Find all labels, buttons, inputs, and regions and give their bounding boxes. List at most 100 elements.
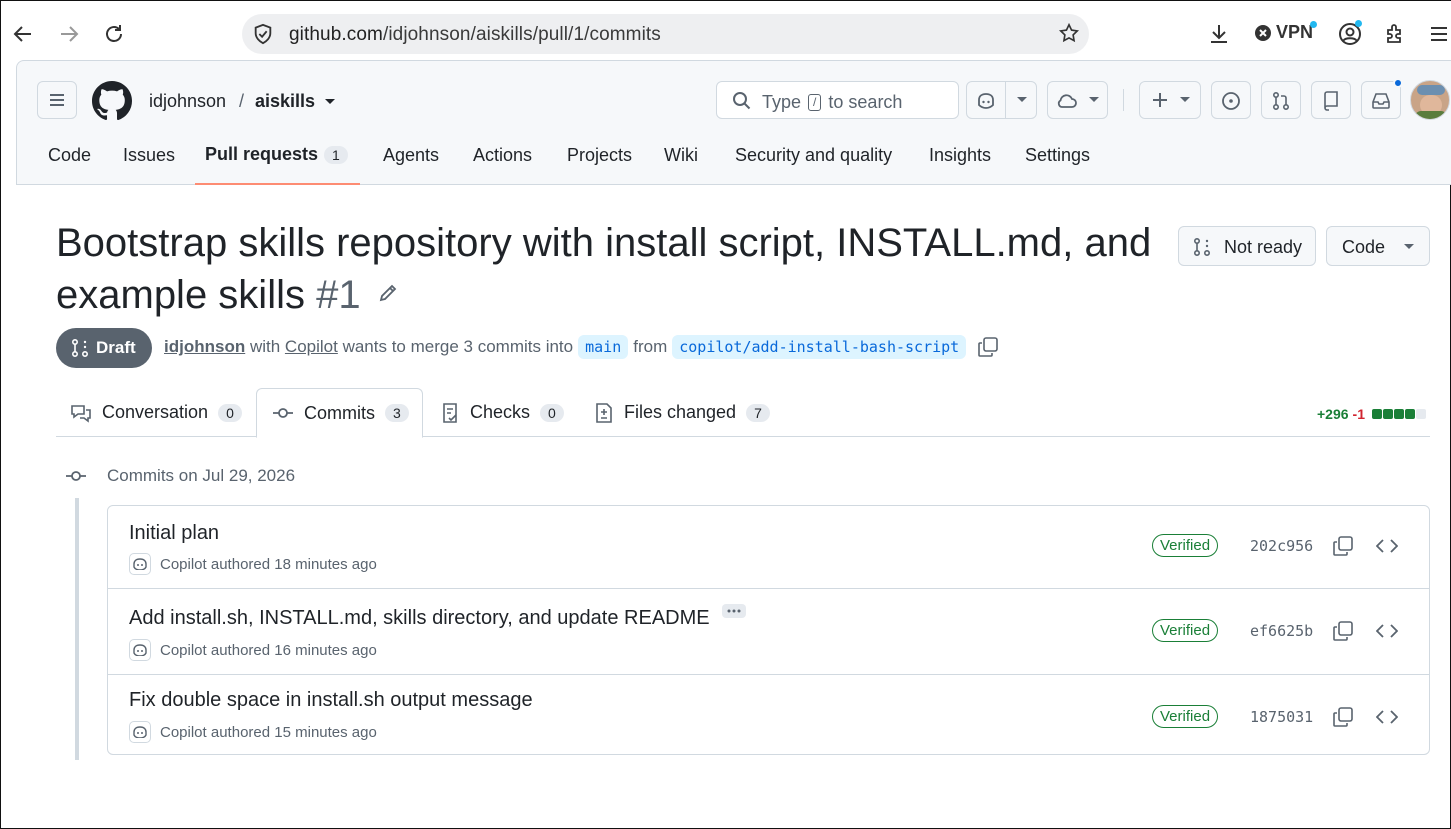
tab-projects[interactable]: Projects [567,145,632,166]
copilot-avatar-icon[interactable] [129,721,151,743]
tab-security[interactable]: Security and quality [735,145,892,166]
draft-label: Draft [96,338,136,357]
forward-icon[interactable] [57,22,81,46]
reload-icon[interactable] [102,22,126,46]
verified-badge[interactable]: Verified [1152,705,1219,728]
commit-author[interactable]: Copilot [160,556,207,573]
copilot-avatar-icon[interactable] [129,639,151,661]
create-new-button[interactable] [1139,81,1201,119]
tab-settings[interactable]: Settings [1025,145,1090,166]
chevron-down-icon[interactable] [1089,97,1099,104]
copy-sha-icon[interactable] [1332,535,1354,557]
repo-separator: / [239,91,245,111]
commit-action: authored [210,641,271,659]
copy-sha-icon[interactable] [1332,706,1354,728]
from-text: from [633,337,668,356]
pr-tabs: Conversation 0 Commits 3 Checks 0 Files cha… [56,388,1430,438]
active-tab-underline [195,183,360,185]
commit-author[interactable]: Copilot [160,642,207,659]
global-menu-button[interactable] [37,81,77,119]
tab-files-changed[interactable]: Files changed 7 [594,388,770,437]
head-branch[interactable]: copilot/add-install-bash-script [672,335,967,359]
browse-code-icon[interactable] [1376,708,1398,726]
diff-block [1383,409,1393,419]
browse-code-icon[interactable] [1376,622,1398,640]
tab-conversation[interactable]: Conversation 0 [70,388,242,437]
pull-requests-button[interactable] [1261,81,1301,119]
commit-group-header: Commits on Jul 29, 2026 [65,466,295,486]
tab-agents[interactable]: Agents [383,145,439,166]
page-title: Bootstrap skills repository with install… [56,217,1166,321]
list-item: Fix double space in install.sh output me… [108,674,1429,754]
browse-code-icon[interactable] [1376,537,1398,555]
tab-insights[interactable]: Insights [929,145,991,166]
commit-title-link[interactable]: Fix double space in install.sh output me… [129,689,533,712]
tab-issues[interactable]: Issues [123,145,175,166]
diff-additions: +296 [1317,406,1349,422]
conversation-count: 0 [218,403,242,422]
verified-badge[interactable]: Verified [1152,534,1219,557]
checks-count: 0 [540,403,564,422]
pencil-icon[interactable] [377,282,399,304]
browser-toolbar: github.com/idjohnson/aiskills/pull/1/com… [1,1,1451,63]
status-badge: Draft [56,328,152,368]
tab-checks[interactable]: Checks 0 [440,388,564,437]
with-text: with [249,337,281,356]
address-bar[interactable]: github.com/idjohnson/aiskills/pull/1/com… [242,14,1089,54]
tab-wiki[interactable]: Wiki [664,145,698,166]
avatar[interactable] [1410,80,1450,120]
commit-author[interactable]: Copilot [160,724,207,741]
github-logo-icon[interactable] [92,81,132,121]
download-icon[interactable] [1207,22,1231,46]
commit-sha-link[interactable]: ef6625b [1250,622,1313,640]
vpn-status-icon[interactable] [1254,24,1272,42]
repo-name-link[interactable]: aiskills [255,91,315,112]
base-branch[interactable]: main [578,335,629,359]
tab-code[interactable]: Code [48,145,91,166]
codespaces-button[interactable] [1047,81,1108,119]
not-ready-button[interactable]: Not ready [1178,226,1316,266]
repo-owner-link[interactable]: idjohnson [149,91,226,112]
commit-sha-link[interactable]: 1875031 [1250,708,1313,726]
commit-time[interactable]: 18 minutes ago [274,556,377,573]
diff-block [1405,409,1415,419]
pulls-count-badge: 1 [324,146,348,164]
search-input[interactable]: Type / to search [716,81,959,119]
url-text: github.com/idjohnson/aiskills/pull/1/com… [289,24,661,45]
diff-stat: +296 -1 [1317,406,1426,422]
copilot-button[interactable] [966,81,1037,119]
copilot-avatar-icon[interactable] [129,553,151,575]
back-icon[interactable] [11,22,35,46]
bookmark-star-icon[interactable] [1058,22,1082,46]
copy-icon[interactable] [977,336,999,358]
verified-badge[interactable]: Verified [1152,619,1219,642]
menu-icon[interactable] [1427,22,1451,46]
tab-pull-requests-label: Pull requests [205,144,319,164]
tab-commits[interactable]: Commits 3 [256,388,423,438]
extensions-icon[interactable] [1383,22,1407,46]
repositories-button[interactable] [1311,81,1351,119]
avatar-hat [1417,85,1445,95]
commit-time[interactable]: 16 minutes ago [274,642,377,659]
diff-block [1394,409,1404,419]
commit-time[interactable]: 15 minutes ago [274,724,377,741]
tab-actions[interactable]: Actions [473,145,532,166]
issues-button[interactable] [1211,81,1251,119]
issue-icon [1222,92,1240,110]
commit-sha-link[interactable]: 202c956 [1250,537,1313,555]
coauthor-link[interactable]: Copilot [285,337,338,357]
pr-number: #1 [316,273,361,317]
commit-title-link[interactable]: Initial plan [129,522,219,545]
copy-sha-icon[interactable] [1332,620,1354,642]
commit-title-link[interactable]: Add install.sh, INSTALL.md, skills direc… [129,604,746,630]
vpn-label[interactable]: VPN [1276,22,1313,43]
author-link[interactable]: idjohnson [164,337,245,357]
chevron-down-icon[interactable] [1017,97,1027,104]
site-security-icon[interactable] [252,23,276,47]
repo-dropdown-icon[interactable] [324,98,336,106]
code-button[interactable]: Code [1326,226,1430,266]
expand-description-button[interactable] [721,604,746,618]
commit-meta: Copilot authored 18 minutes ago [129,553,377,575]
commit-list: Initial plan Copilot authored 18 minutes… [107,505,1430,755]
tab-pull-requests[interactable]: Pull requests 1 [205,144,348,165]
